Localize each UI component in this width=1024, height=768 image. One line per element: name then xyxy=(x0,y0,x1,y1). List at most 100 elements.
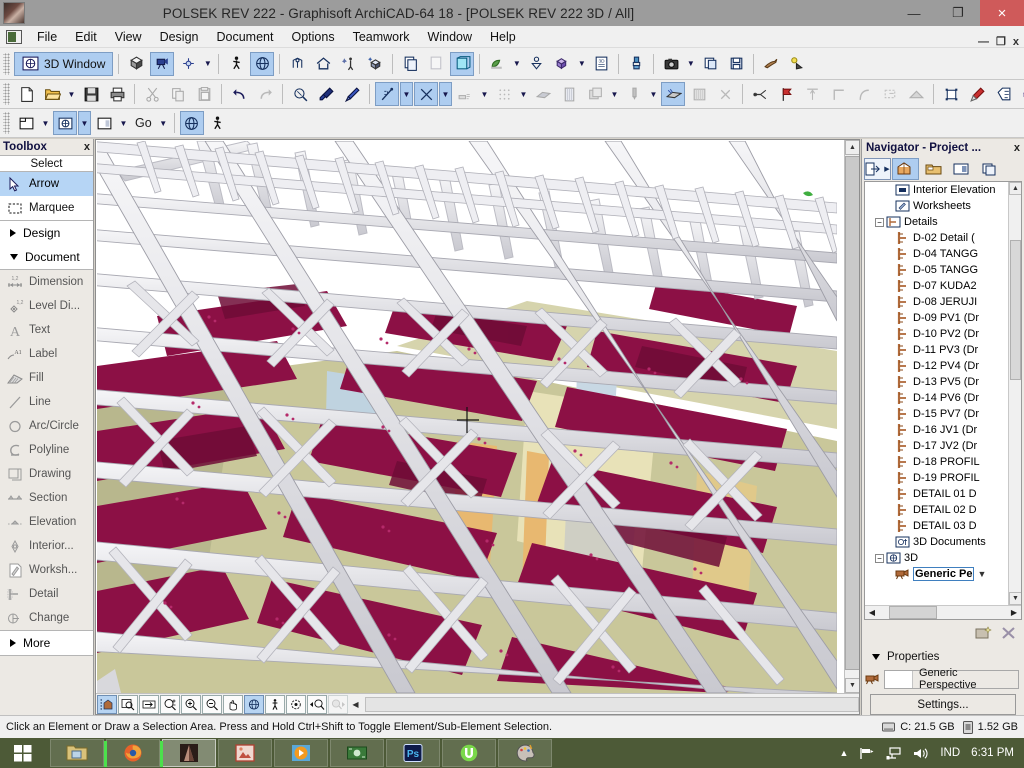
tree-item-worksheets[interactable]: Worksheets xyxy=(865,198,1008,214)
taskbar-item-image-viewer[interactable] xyxy=(218,739,272,767)
toolbar-grip[interactable] xyxy=(3,112,10,134)
tree-item-detail[interactable]: D-07 KUDA2 xyxy=(865,278,1008,294)
language-indicator[interactable]: IND xyxy=(940,747,960,759)
snap-guides-button[interactable] xyxy=(414,82,438,106)
zoom-out-button[interactable] xyxy=(202,694,222,714)
3d-view-window-button[interactable] xyxy=(53,111,77,135)
taskbar-item-media-player[interactable] xyxy=(274,739,328,767)
pen-weight-button[interactable] xyxy=(622,82,646,106)
minimize-button[interactable]: — xyxy=(892,0,936,26)
grid-display-dropdown[interactable]: ▼ xyxy=(517,82,530,106)
tree-item-detail[interactable]: D-05 TANGG xyxy=(865,262,1008,278)
menu-file[interactable]: File xyxy=(28,28,66,46)
navigator-scroll-left-button[interactable]: ◀ xyxy=(865,606,879,619)
navigator-popup-button[interactable]: ▶ xyxy=(864,157,891,180)
print-button[interactable] xyxy=(105,82,129,106)
paint-tool-button[interactable] xyxy=(624,52,648,76)
navigator-layout-book-button[interactable] xyxy=(948,158,975,180)
3d-style-button[interactable] xyxy=(337,52,361,76)
3d-document-button[interactable]: 3D xyxy=(589,52,613,76)
navigator-vertical-scrollbar[interactable]: ▲ ▼ xyxy=(1008,182,1021,605)
scroll-down-button[interactable]: ▼ xyxy=(845,678,859,693)
explore-model-button[interactable] xyxy=(206,111,230,135)
3d-cutaway-button[interactable] xyxy=(176,52,200,76)
object-settings-button[interactable] xyxy=(939,82,963,106)
new-file-button[interactable] xyxy=(14,82,38,106)
mdi-minimize-button[interactable]: — xyxy=(978,36,989,48)
menu-teamwork[interactable]: Teamwork xyxy=(344,28,419,46)
tree-item-detail[interactable]: DETAIL 03 D xyxy=(865,518,1008,534)
stack-button[interactable] xyxy=(583,82,607,106)
trim-button[interactable] xyxy=(713,82,737,106)
properties-header[interactable]: Properties xyxy=(862,646,1024,667)
new-view-button[interactable] xyxy=(973,624,994,643)
orbit-mode-button[interactable] xyxy=(179,111,204,135)
toolbox-item-fill[interactable]: Fill xyxy=(0,366,93,390)
roof-button[interactable] xyxy=(904,82,928,106)
layout-window-button[interactable] xyxy=(92,111,116,135)
previous-zoom-button[interactable] xyxy=(139,694,159,714)
pan-button[interactable] xyxy=(223,694,243,714)
navigator-hscroll-thumb[interactable] xyxy=(889,606,937,619)
close-button[interactable]: × xyxy=(980,0,1024,26)
3d-cutting-button[interactable] xyxy=(661,82,685,106)
3d-view-window-dropdown[interactable]: ▼ xyxy=(78,111,91,135)
layout-dropdown[interactable]: ▼ xyxy=(117,111,130,135)
document-system-menu-icon[interactable] xyxy=(6,29,22,44)
toolbox-group-more[interactable]: More xyxy=(0,631,93,655)
navigator-project-map-button[interactable] xyxy=(892,157,919,180)
taskbar-item-firefox[interactable] xyxy=(104,739,160,767)
duplicate-view-button[interactable] xyxy=(424,52,448,76)
taskbar-item-archicad[interactable] xyxy=(160,739,216,767)
tree-item-detail[interactable]: D-04 TANGG xyxy=(865,246,1008,262)
toolbox-item-drawing[interactable]: Drawing xyxy=(0,462,93,486)
tree-item-detail[interactable]: D-15 PV7 (Dr xyxy=(865,406,1008,422)
toolbox-close-icon[interactable]: x xyxy=(84,141,90,153)
floor-plan-dropdown[interactable]: ▼ xyxy=(39,111,52,135)
scroll-up-button[interactable]: ▲ xyxy=(845,140,859,155)
sun-study-button[interactable] xyxy=(785,52,809,76)
viewport-vertical-scrollbar[interactable]: ▲ ▼ xyxy=(844,140,859,693)
3d-materials-button[interactable] xyxy=(550,52,574,76)
tree-item-3d-documents[interactable]: 3D Documents xyxy=(865,534,1008,550)
toolbox-item-arrow[interactable]: Arrow xyxy=(0,172,93,196)
properties-value-field[interactable]: Generic Perspective xyxy=(884,667,1019,691)
toolbox-item-change[interactable]: Change xyxy=(0,606,93,630)
start-button[interactable] xyxy=(0,738,46,768)
vertical-scroll-thumb[interactable] xyxy=(845,156,859,670)
tree-item-3d[interactable]: − 3D xyxy=(865,550,1008,566)
materials-dropdown[interactable]: ▼ xyxy=(575,52,588,76)
tree-item-detail[interactable]: D-11 PV3 (Dr xyxy=(865,342,1008,358)
toolbox-group-design[interactable]: Design xyxy=(0,221,93,245)
orbit-view-button[interactable] xyxy=(244,694,264,714)
parameter-transfer-button[interactable] xyxy=(314,82,338,106)
menu-view[interactable]: View xyxy=(106,28,151,46)
taskbar-item-utorrent[interactable] xyxy=(442,739,496,767)
render-dropdown[interactable]: ▼ xyxy=(510,52,523,76)
toolbox-item-elevation[interactable]: Elevation xyxy=(0,510,93,534)
3d-all-button[interactable] xyxy=(311,52,335,76)
tree-item-detail[interactable]: D-09 PV1 (Dr xyxy=(865,310,1008,326)
cut-button[interactable] xyxy=(140,82,164,106)
explore-3d-button[interactable] xyxy=(265,694,285,714)
horizontal-scroll-left-button[interactable]: ◀ xyxy=(349,697,362,712)
navigator-view-map-button[interactable] xyxy=(920,158,947,180)
menu-document[interactable]: Document xyxy=(208,28,283,46)
toolbox-item-label[interactable]: A1 Label xyxy=(0,342,93,366)
tree-item-detail[interactable]: D-08 JERUJI xyxy=(865,294,1008,310)
mdi-close-button[interactable]: x xyxy=(1013,36,1019,48)
snap-grid-dropdown[interactable]: ▼ xyxy=(400,82,413,106)
tree-item-detail[interactable]: D-13 PV5 (Dr xyxy=(865,374,1008,390)
tree-item-detail[interactable]: DETAIL 02 D xyxy=(865,502,1008,518)
volume-icon[interactable] xyxy=(913,747,929,760)
find-select-button[interactable] xyxy=(288,82,312,106)
save-image-button[interactable] xyxy=(724,52,748,76)
floor-plan-window-button[interactable] xyxy=(14,111,38,135)
navigator-close-icon[interactable]: x xyxy=(1014,142,1020,154)
3d-window-button[interactable]: 3D Window xyxy=(14,51,114,76)
stack-dropdown[interactable]: ▼ xyxy=(608,82,621,106)
magic-wand-button[interactable] xyxy=(453,82,477,106)
tree-item-detail[interactable]: D-19 PROFIL xyxy=(865,470,1008,486)
grid-display-button[interactable] xyxy=(492,82,516,106)
settings-button[interactable]: Settings... xyxy=(870,694,1016,715)
